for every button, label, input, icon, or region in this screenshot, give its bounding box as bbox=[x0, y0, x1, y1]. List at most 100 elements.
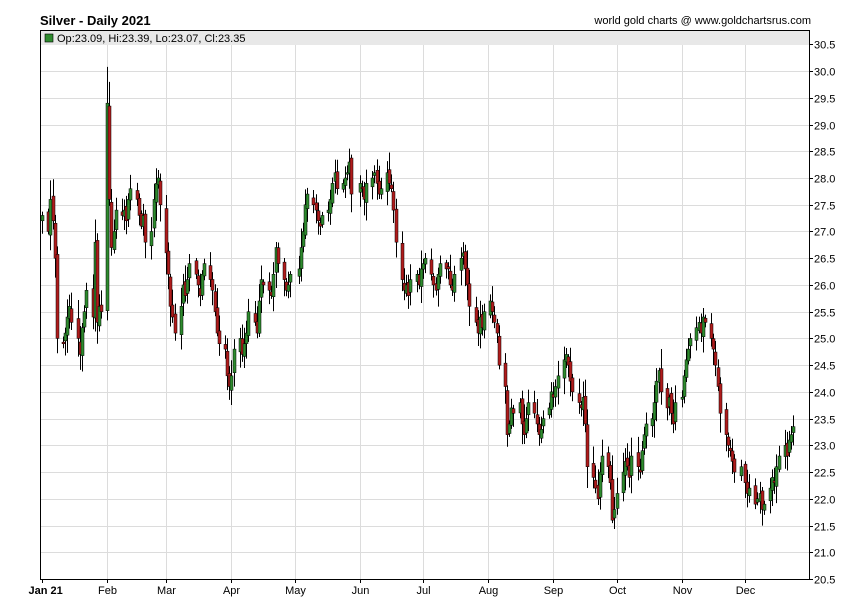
candle-body bbox=[688, 338, 693, 347]
candle-body bbox=[593, 479, 598, 489]
candle-body bbox=[305, 193, 310, 209]
candle-body bbox=[65, 316, 70, 336]
candle-body bbox=[271, 274, 276, 297]
y-tick-label: 24.5 bbox=[814, 361, 835, 373]
candle-body bbox=[724, 409, 729, 435]
candle-body bbox=[577, 393, 582, 403]
candle-body bbox=[303, 204, 308, 236]
candle-body bbox=[615, 493, 620, 509]
y-tick-label: 29.0 bbox=[814, 121, 835, 133]
candle-body bbox=[389, 184, 394, 189]
candle-body bbox=[99, 304, 104, 312]
candle-body bbox=[600, 455, 605, 475]
candle-body bbox=[777, 455, 782, 470]
candle-body bbox=[391, 191, 396, 211]
candle-body bbox=[423, 257, 428, 265]
y-tick-label: 25.5 bbox=[814, 308, 835, 320]
candle-body bbox=[511, 408, 516, 414]
candle-body bbox=[114, 209, 119, 230]
candle-body bbox=[253, 313, 258, 323]
candle-body bbox=[419, 268, 424, 287]
candle-body bbox=[152, 199, 157, 229]
candle-body bbox=[492, 314, 497, 323]
axis-layer: 20.5 21.0 21.5 22.0 22.5 23.0 23.5 24.0 24.5 25.0… bbox=[29, 40, 836, 598]
candle-body bbox=[680, 396, 685, 400]
candle-body bbox=[711, 338, 716, 350]
candle-body bbox=[703, 317, 708, 323]
candle-body bbox=[55, 254, 60, 339]
candle-body bbox=[223, 344, 228, 350]
candle-body bbox=[210, 279, 215, 291]
y-tick-label: 21.0 bbox=[814, 548, 835, 560]
candle-body bbox=[364, 183, 369, 203]
x-tick-label: Nov bbox=[673, 585, 693, 597]
candle-body bbox=[654, 380, 659, 403]
candle-body bbox=[286, 284, 291, 292]
candle-body bbox=[448, 270, 453, 286]
candle-body bbox=[490, 301, 495, 312]
candle-body bbox=[267, 281, 272, 291]
candle-body bbox=[636, 452, 641, 467]
candle-body bbox=[684, 359, 689, 378]
y-tick-label: 26.5 bbox=[814, 254, 835, 266]
candle-body bbox=[320, 215, 325, 225]
open-label: Op bbox=[57, 33, 72, 45]
candle-body bbox=[84, 290, 89, 308]
candle-body bbox=[126, 199, 131, 220]
candle-body bbox=[532, 402, 537, 414]
candle-body bbox=[673, 402, 678, 423]
x-tick-label: Sep bbox=[544, 585, 564, 597]
candle-body bbox=[61, 341, 66, 345]
candle-body bbox=[669, 393, 674, 414]
info-legend-swatch-icon bbox=[44, 33, 54, 43]
x-tick-label: Jun bbox=[352, 585, 370, 597]
candle-body bbox=[48, 199, 53, 236]
candle-body bbox=[257, 300, 262, 334]
x-tick-label: Mar bbox=[157, 585, 176, 597]
candle-body bbox=[774, 466, 779, 487]
ohlc-readout: Op:23.09, Hi:23.39, Lo:23.07, Cl:23.35 bbox=[57, 33, 245, 45]
low-value: 23.07 bbox=[171, 33, 199, 45]
candle-body bbox=[526, 402, 531, 416]
candle-body bbox=[524, 418, 529, 434]
candle-body bbox=[789, 434, 794, 443]
candle-body bbox=[299, 247, 304, 269]
y-tick-label: 22.0 bbox=[814, 495, 835, 507]
candle-body bbox=[446, 266, 451, 270]
x-tick-label: Feb bbox=[98, 585, 117, 597]
x-tick-label: Jan 21 bbox=[29, 585, 63, 597]
high-value: 23.39 bbox=[122, 33, 150, 45]
candle-body bbox=[709, 323, 714, 339]
x-tick-label: Jul bbox=[416, 585, 430, 597]
candle-body bbox=[585, 424, 590, 467]
candle-body bbox=[718, 383, 723, 414]
candle-body bbox=[185, 279, 190, 294]
candle-body bbox=[166, 250, 171, 275]
candle-body bbox=[143, 213, 148, 243]
x-tick-label: Apr bbox=[223, 585, 240, 597]
silver-daily-chart: Op:23.09, Hi:23.39, Lo:23.07, Cl:23.35 2… bbox=[29, 30, 836, 598]
candle-body bbox=[431, 275, 436, 286]
candle-body bbox=[149, 231, 154, 247]
y-tick-label: 20.5 bbox=[814, 575, 835, 587]
high-label: Hi bbox=[108, 33, 118, 45]
candle-body bbox=[541, 418, 546, 427]
candle-body bbox=[40, 215, 45, 222]
candle-body bbox=[379, 188, 384, 195]
candle-body bbox=[200, 274, 205, 296]
candle-body bbox=[495, 323, 500, 334]
candle-body bbox=[394, 208, 399, 243]
candle-body bbox=[762, 503, 767, 511]
candle-body bbox=[408, 279, 413, 293]
candle-body bbox=[276, 247, 281, 264]
y-tick-label: 29.5 bbox=[814, 94, 835, 106]
candle-body bbox=[215, 307, 220, 334]
candle-body bbox=[173, 313, 178, 334]
candle-body bbox=[349, 157, 354, 195]
candle-body bbox=[562, 359, 567, 379]
y-tick-label: 30.0 bbox=[814, 67, 835, 79]
candle-body bbox=[791, 426, 796, 433]
candle-body bbox=[168, 276, 173, 307]
candle-body bbox=[659, 368, 664, 393]
candle-body bbox=[53, 222, 58, 259]
